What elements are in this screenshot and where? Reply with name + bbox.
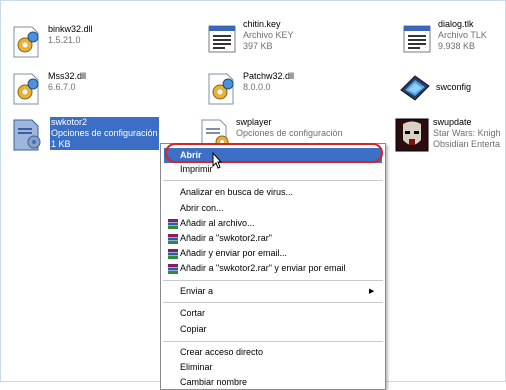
file-size: 9.938 KB [438, 41, 476, 51]
menu-separator [163, 341, 383, 342]
menu-item-imprimir[interactable]: Imprimir [161, 162, 385, 177]
file-type: Archivo KEY [243, 30, 294, 40]
dll-gear-icon [208, 73, 234, 105]
menu-item-label: Añadir a "swkotor2.rar" [180, 233, 272, 243]
menu-item-rar-named-email[interactable]: Añadir a "swkotor2.rar" y enviar por ema… [161, 261, 385, 276]
winrar-books-icon [168, 249, 178, 259]
menu-item-enviar-a[interactable]: Enviar a ▶ [161, 284, 385, 299]
tlk-file-icon [403, 25, 431, 53]
highlight-ring [165, 143, 383, 163]
file-type: Opciones de configuración [51, 128, 158, 138]
file-size: 1 KB [51, 139, 71, 149]
menu-item-label: Crear acceso directo [180, 347, 264, 357]
winrar-books-icon [168, 264, 178, 274]
file-swkotor2[interactable]: swkotor2 Opciones de configuración 1 KB [10, 117, 160, 162]
file-name: Mss32.dll [48, 71, 87, 81]
menu-item-antivirus[interactable]: Analizar en busca de virus... [161, 185, 385, 200]
file-swconfig[interactable]: swconfig [398, 70, 504, 114]
menu-item-label: Cortar [180, 308, 206, 318]
file-mss32[interactable]: Mss32.dll 6.6.7.0 [10, 71, 150, 116]
file-name: chitin.key [243, 19, 281, 29]
file-description: Star Wars: Knigh [433, 128, 501, 138]
file-swupdate[interactable]: swupdate Star Wars: Knigh Obsidian Enter… [395, 117, 506, 162]
context-menu: Abrir Imprimir Analizar en busca de viru… [160, 143, 386, 390]
menu-item-label: Analizar en busca de virus... [180, 187, 294, 197]
submenu-arrow-icon: ▶ [369, 288, 375, 295]
config-file-icon [13, 119, 41, 151]
menu-item-crear-acceso[interactable]: Crear acceso directo [161, 345, 385, 360]
menu-item-copiar[interactable]: Copiar [161, 322, 385, 337]
menu-item-rar-add-named[interactable]: Añadir a "swkotor2.rar" [161, 231, 385, 246]
file-size: 397 KB [243, 41, 273, 51]
menu-item-label: Copiar [180, 324, 207, 334]
menu-item-abrir-con[interactable]: Abrir con... [161, 201, 385, 216]
menu-item-label: Cambiar nombre [180, 377, 248, 387]
menu-separator [163, 302, 383, 303]
file-version: 6.6.7.0 [48, 82, 76, 92]
menu-item-eliminar[interactable]: Eliminar [161, 360, 385, 375]
file-binkw32[interactable]: binkw32.dll 1.5.21.0 [10, 24, 150, 69]
menu-item-label: Abrir con... [180, 203, 224, 213]
file-name: swconfig [436, 82, 472, 92]
menu-item-label: Añadir al archivo... [180, 218, 255, 228]
menu-item-label: Enviar a [180, 286, 214, 296]
dll-gear-icon [13, 26, 39, 58]
file-patchw32[interactable]: Patchw32.dll 8.0.0.0 [205, 71, 355, 116]
key-file-icon [208, 25, 236, 53]
file-name: swupdate [433, 117, 472, 127]
winrar-books-icon [168, 219, 178, 229]
file-name: binkw32.dll [48, 24, 93, 34]
file-version: 1.5.21.0 [48, 35, 81, 45]
menu-separator [163, 280, 383, 281]
file-name: swkotor2 [51, 117, 88, 127]
menu-item-label: Imprimir [180, 164, 213, 174]
file-name: Patchw32.dll [243, 71, 295, 81]
file-type: Opciones de configuración [236, 128, 343, 138]
menu-separator [163, 180, 383, 181]
file-version: 8.0.0.0 [243, 82, 271, 92]
file-company: Obsidian Enterta [433, 139, 501, 149]
file-dialog-tlk[interactable]: dialog.tlk Archivo TLK 9.938 KB [400, 19, 504, 64]
file-type: Archivo TLK [438, 30, 487, 40]
monitor-config-icon [400, 75, 430, 101]
file-chitin-key[interactable]: chitin.key Archivo KEY 397 KB [205, 19, 355, 64]
file-name: swplayer [236, 117, 272, 127]
menu-item-cortar[interactable]: Cortar [161, 306, 385, 321]
mouse-pointer-icon [212, 152, 222, 169]
menu-item-label: Añadir a "swkotor2.rar" y enviar por ema… [180, 263, 346, 273]
winrar-books-icon [168, 234, 178, 244]
menu-item-label: Eliminar [180, 362, 213, 372]
menu-item-label: Añadir y enviar por email... [180, 248, 288, 258]
menu-item-rar-add[interactable]: Añadir al archivo... [161, 216, 385, 231]
sith-mask-icon [395, 118, 429, 152]
file-name: dialog.tlk [438, 19, 474, 29]
menu-item-rar-email[interactable]: Añadir y enviar por email... [161, 246, 385, 261]
menu-item-cambiar-nombre[interactable]: Cambiar nombre [161, 375, 385, 390]
dll-gear-icon [13, 73, 39, 105]
